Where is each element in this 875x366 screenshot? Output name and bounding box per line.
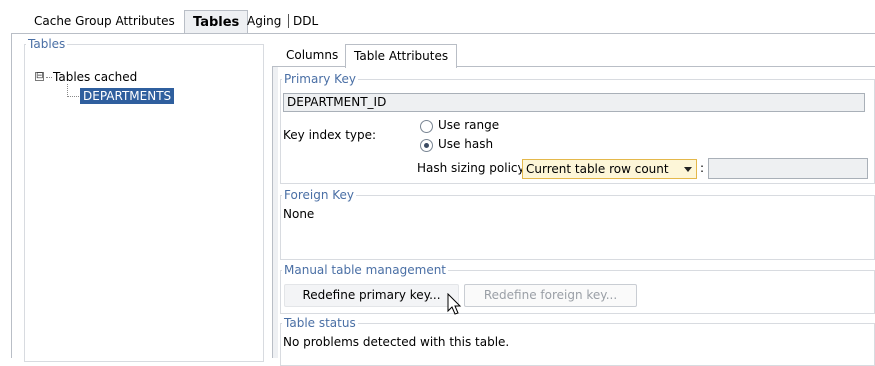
use-range-radio[interactable]	[420, 120, 433, 133]
top-tab-strip: Cache Group Attributes Tables Aging DDL	[0, 0, 875, 36]
key-index-type-label: Key index type:	[283, 128, 377, 142]
manual-table-management-legend: Manual table management	[284, 263, 447, 277]
primary-key-legend: Primary Key	[284, 72, 356, 86]
panel-edge	[273, 67, 278, 358]
tree-collapse-icon[interactable]: ⊟	[35, 72, 44, 81]
hash-sizing-policy-label: Hash sizing policy	[417, 161, 525, 175]
tab-tables[interactable]: Tables	[184, 10, 249, 33]
foreign-key-legend: Foreign Key	[284, 188, 354, 202]
tree-connector	[46, 77, 52, 78]
tree-connector	[67, 96, 81, 97]
table-status-legend: Table status	[284, 316, 356, 330]
hash-sizing-input[interactable]	[708, 158, 868, 179]
chevron-down-icon	[684, 167, 692, 172]
use-hash-radio[interactable]	[420, 139, 433, 152]
hash-policy-colon: :	[700, 161, 705, 175]
tree-node-tables-cached[interactable]: Tables cached	[53, 69, 137, 85]
redefine-foreign-key-button: Redefine foreign key...	[464, 284, 637, 307]
tree-node-departments[interactable]: DEPARTMENTS	[80, 88, 175, 104]
tab-ddl[interactable]: DDL	[290, 10, 321, 33]
tab-cache-group-attributes[interactable]: Cache Group Attributes	[26, 10, 183, 33]
table-status-message: No problems detected with this table.	[283, 335, 510, 349]
foreign-key-group: Foreign Key	[280, 188, 875, 260]
tab-separator	[288, 14, 289, 28]
primary-key-field[interactable]: DEPARTMENT_ID	[283, 93, 865, 112]
tab-table-attributes[interactable]: Table Attributes	[345, 44, 458, 68]
tab-aging[interactable]: Aging	[244, 10, 284, 33]
hash-sizing-policy-value: Current table row count	[526, 162, 669, 176]
hash-sizing-policy-select[interactable]: Current table row count	[522, 159, 697, 179]
tab-columns[interactable]: Columns	[278, 44, 346, 68]
redefine-primary-key-button[interactable]: Redefine primary key...	[284, 284, 459, 307]
mouse-cursor-icon	[447, 293, 462, 315]
use-hash-label[interactable]: Use hash	[438, 137, 493, 151]
tables-group: Tables	[24, 37, 264, 362]
use-range-label[interactable]: Use range	[438, 118, 499, 132]
foreign-key-value: None	[283, 207, 315, 221]
tables-group-legend: Tables	[28, 37, 66, 51]
